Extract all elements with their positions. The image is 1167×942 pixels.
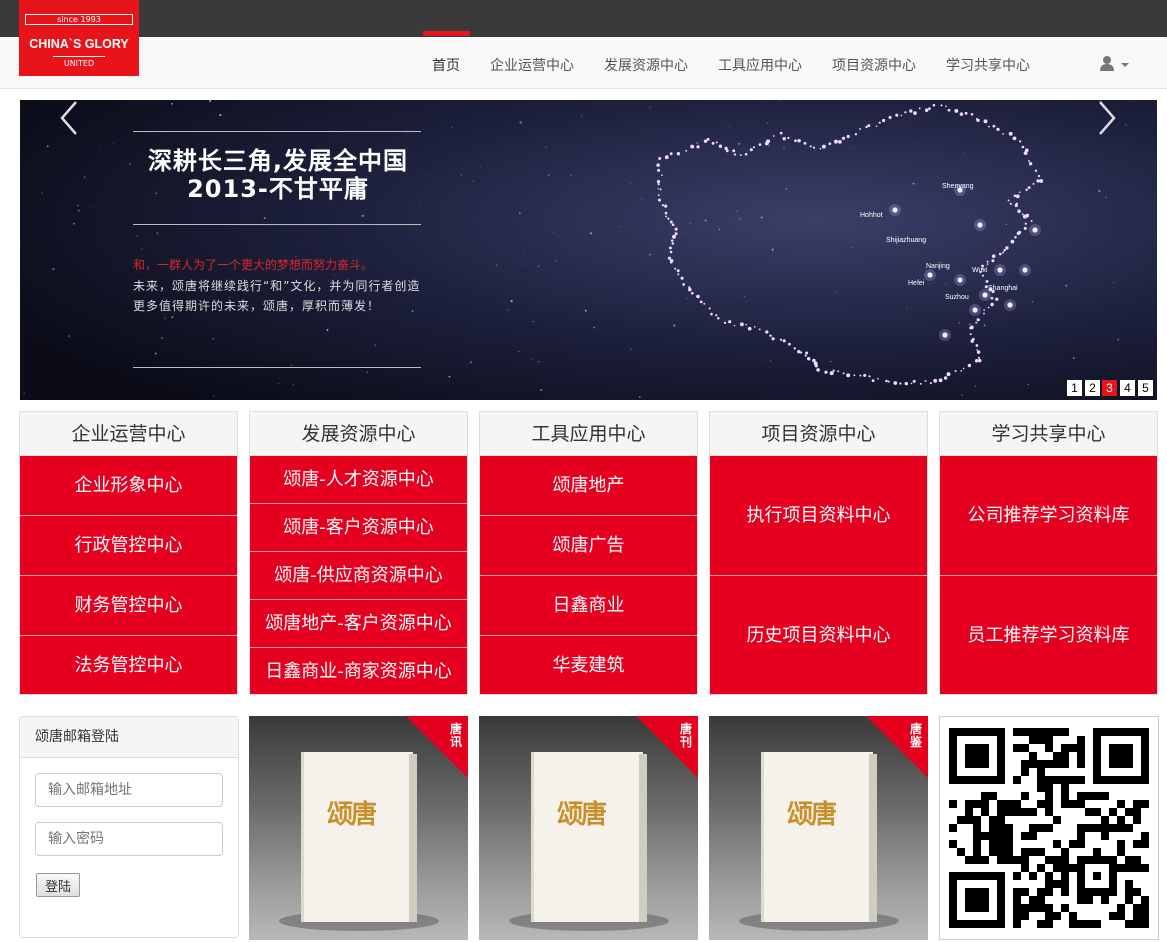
panel-link[interactable]: 员工推荐学习资料库: [940, 576, 1157, 694]
cover-logo: 颂唐: [327, 800, 377, 830]
panel-tools: 工具应用中心 颂唐地产 颂唐广告 日鑫商业 华麦建筑: [479, 411, 698, 695]
nav-item-operations[interactable]: 企业运营中心: [490, 55, 574, 75]
nav-item-tools[interactable]: 工具应用中心: [718, 55, 802, 75]
panel-link[interactable]: 企业形象中心: [20, 456, 237, 516]
panel-link[interactable]: 法务管控中心: [20, 636, 237, 694]
carousel-indicator-2[interactable]: 2: [1085, 380, 1100, 396]
city-label: Nanjing: [926, 263, 950, 270]
magazine-tag: 唐讯: [449, 722, 462, 749]
city-label: Shanghai: [988, 285, 1018, 292]
logo-brand: CHINA`S GLORY: [29, 37, 129, 51]
panel-link[interactable]: 历史项目资料中心: [710, 576, 927, 694]
hero-rule-top: [133, 131, 421, 132]
hero-rule-mid: [133, 224, 421, 225]
city-label: Hefei: [908, 280, 925, 287]
panel-projects: 项目资源中心 执行项目资料中心 历史项目资料中心: [709, 411, 928, 695]
nav-active-indicator: [423, 31, 470, 36]
hero-rule-bottom: [133, 367, 421, 368]
city-label: Wuxi: [972, 267, 988, 274]
panel-link[interactable]: 行政管控中心: [20, 516, 237, 576]
panel-link[interactable]: 执行项目资料中心: [710, 456, 927, 576]
logo-rule: [53, 56, 105, 57]
qr-code-icon: [949, 728, 1149, 928]
cover-logo: 颂唐: [787, 800, 837, 830]
hero-red-text: 和，一群人为了一个更大的梦想而努力奋斗。: [133, 258, 374, 272]
carousel-indicator-4[interactable]: 4: [1120, 380, 1135, 396]
panel-title: 工具应用中心: [480, 412, 697, 456]
panel-list: 企业形象中心 行政管控中心 财务管控中心 法务管控中心: [20, 456, 237, 694]
panel-link[interactable]: 华麦建筑: [480, 636, 697, 694]
city-label: Suzhou: [945, 294, 969, 301]
panel-link[interactable]: 财务管控中心: [20, 576, 237, 636]
panel-development: 发展资源中心 颂唐-人才资源中心 颂唐-客户资源中心 颂唐-供应商资源中心 颂唐…: [249, 411, 468, 695]
panel-link[interactable]: 颂唐广告: [480, 516, 697, 576]
panel-list: 公司推荐学习资料库 员工推荐学习资料库: [940, 456, 1157, 694]
panel-link[interactable]: 颂唐地产: [480, 456, 697, 516]
panel-link[interactable]: 日鑫商业-商家资源中心: [250, 648, 467, 694]
chevron-left-icon[interactable]: [58, 100, 80, 136]
panel-learning: 学习共享中心 公司推荐学习资料库 员工推荐学习资料库: [939, 411, 1158, 695]
cover-logo: 颂唐: [557, 800, 607, 830]
panel-operations: 企业运营中心 企业形象中心 行政管控中心 财务管控中心 法务管控中心: [19, 411, 238, 695]
magazine-card-1[interactable]: 颂唐 唐讯: [249, 716, 468, 940]
panel-link[interactable]: 公司推荐学习资料库: [940, 456, 1157, 576]
logo-united: UNITED: [63, 59, 95, 68]
nav-item-projects[interactable]: 项目资源中心: [832, 55, 916, 75]
hero-carousel[interactable]: Shenyang Hohhot Shijiazhuang Nanjing Wuxi Hef…: [20, 100, 1157, 400]
password-input[interactable]: [35, 822, 223, 856]
panel-title: 学习共享中心: [940, 412, 1157, 456]
hero-heading-line2: 2013-不甘平庸: [187, 175, 369, 203]
login-title: 颂唐邮箱登陆: [20, 717, 238, 758]
caret-down-icon: [1121, 63, 1129, 67]
panel-link[interactable]: 颂唐-供应商资源中心: [250, 552, 467, 600]
email-input[interactable]: [35, 773, 223, 807]
magazine-card-3[interactable]: 颂唐 唐鉴: [709, 716, 928, 940]
nav-item-learning[interactable]: 学习共享中心: [946, 55, 1030, 75]
magazine-tag: 唐鉴: [909, 722, 922, 749]
panel-title: 发展资源中心: [250, 412, 467, 456]
carousel-indicator-3[interactable]: 3: [1102, 380, 1117, 396]
panel-title: 企业运营中心: [20, 412, 237, 456]
magazine-card-2[interactable]: 颂唐 唐刊: [479, 716, 698, 940]
carousel-indicator-5[interactable]: 5: [1138, 380, 1153, 396]
hero-paragraph: 未来，颂唐将继续践行“和”文化，并为同行者创造更多值得期许的未来，颂唐，厚积而薄…: [133, 279, 421, 313]
login-button[interactable]: 登陆: [36, 873, 80, 897]
user-menu[interactable]: [1099, 55, 1129, 73]
panel-list: 颂唐-人才资源中心 颂唐-客户资源中心 颂唐-供应商资源中心 颂唐地产-客户资源…: [250, 456, 467, 694]
carousel-indicator-1[interactable]: 1: [1067, 380, 1082, 396]
hero-heading-line1: 深耕长三角,发展全中国: [147, 147, 409, 175]
panel-link[interactable]: 日鑫商业: [480, 576, 697, 636]
site-logo[interactable]: since 1993 CHINA`S GLORY UNITED: [19, 0, 139, 76]
hero-heading: 深耕长三角,发展全中国 2013-不甘平庸: [133, 147, 423, 203]
chevron-right-icon[interactable]: [1096, 100, 1118, 136]
panel-link[interactable]: 颂唐-客户资源中心: [250, 504, 467, 552]
city-label: Hohhot: [860, 212, 883, 219]
logo-since: since 1993: [25, 14, 133, 25]
nav-item-development[interactable]: 发展资源中心: [604, 55, 688, 75]
city-label: Shenyang: [942, 183, 974, 190]
nav-item-home[interactable]: 首页: [432, 55, 460, 75]
panel-title: 项目资源中心: [710, 412, 927, 456]
panel-list: 颂唐地产 颂唐广告 日鑫商业 华麦建筑: [480, 456, 697, 694]
top-bar: [0, 0, 1167, 37]
panel-link[interactable]: 颂唐-人才资源中心: [250, 456, 467, 504]
qr-code: [939, 716, 1159, 940]
star-map: Shenyang Hohhot Shijiazhuang Nanjing Wuxi Hef…: [20, 100, 1157, 400]
panel-link[interactable]: 颂唐地产-客户资源中心: [250, 600, 467, 648]
email-login-panel: 颂唐邮箱登陆 登陆: [19, 716, 239, 938]
magazine-tag: 唐刊: [679, 722, 692, 749]
city-label: Shijiazhuang: [886, 237, 926, 244]
panel-list: 执行项目资料中心 历史项目资料中心: [710, 456, 927, 694]
